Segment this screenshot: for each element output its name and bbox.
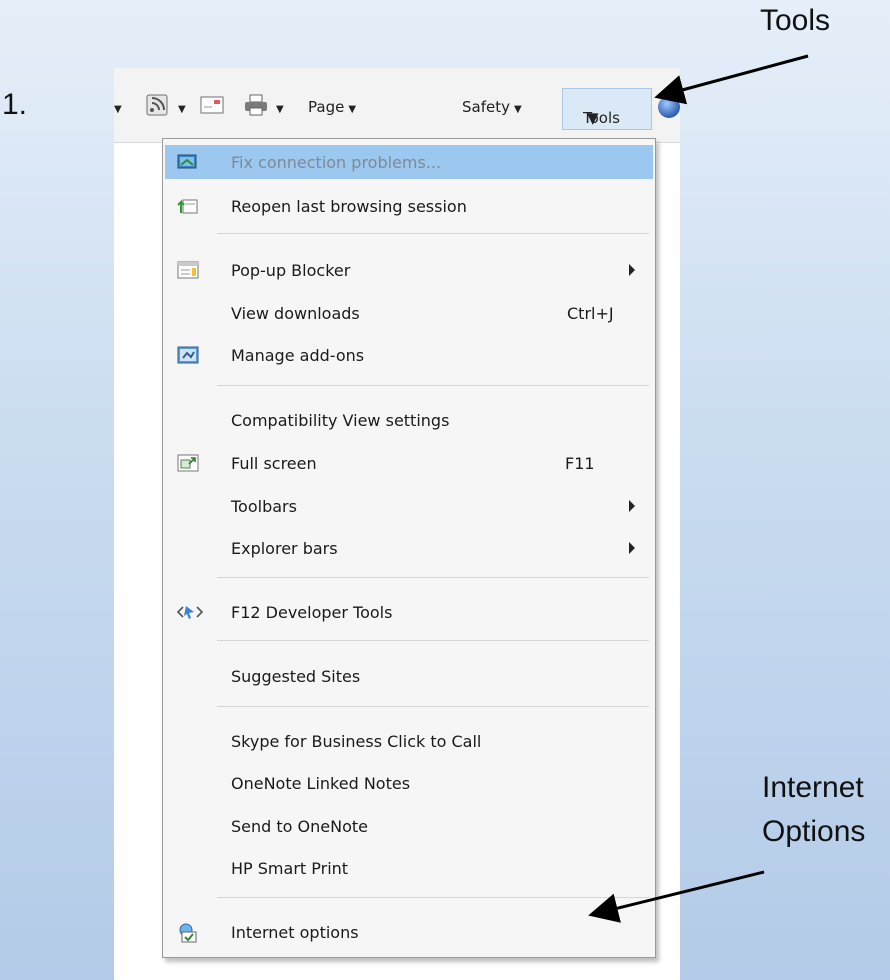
arrow-to-internet-options xyxy=(588,870,765,923)
arrow-to-tools xyxy=(654,54,809,105)
callout-arrows xyxy=(588,54,809,923)
